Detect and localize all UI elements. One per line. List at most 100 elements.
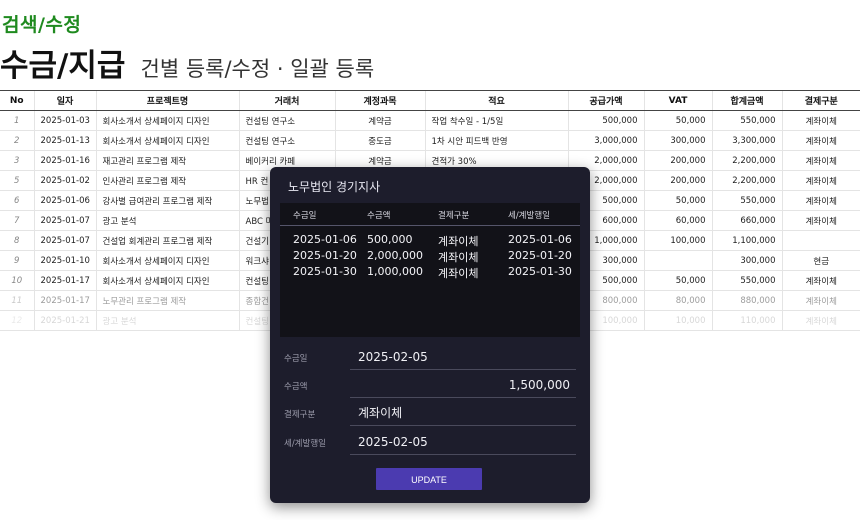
row-date: 2025-01-02 [33, 170, 96, 191]
payment-amount-row: 수금액 1,500,000 [284, 375, 576, 398]
row-total: 110,000 [711, 310, 782, 331]
row-total: 300,000 [711, 250, 782, 271]
row-total: 2,200,000 [711, 170, 782, 191]
column-header-project[interactable]: 프로젝트명 [95, 90, 239, 111]
payment-amount-value: 1,500,000 [508, 378, 570, 392]
row-vat: 200,000 [643, 170, 712, 191]
row-total: 550,000 [711, 190, 782, 211]
payment-method-row: 결제구분 계좌이체 [284, 403, 576, 426]
row-payment: 계좌이체 [781, 190, 860, 211]
row-supply: 3,000,000 [567, 130, 644, 151]
row-date: 2025-01-17 [33, 290, 96, 311]
row-vat: 50,000 [643, 270, 712, 291]
row-payment: 계좌이체 [781, 290, 860, 311]
row-total: 550,000 [711, 270, 782, 291]
row-payment: 계좌이체 [781, 110, 860, 131]
history-issue: 2025-01-20 [508, 249, 572, 262]
row-project: 회사소개서 상세페이지 디자인 [95, 130, 239, 151]
row-vat: 100,000 [643, 230, 712, 251]
row-client: 컨설팅 연구소 [238, 110, 335, 131]
row-vat: 60,000 [643, 210, 712, 231]
history-header-amount: 수금액 [367, 211, 391, 221]
column-header-account[interactable]: 계정과목 [334, 90, 425, 111]
row-project: 건설업 회계관리 프로그램 제작 [95, 230, 239, 251]
column-header-supply[interactable]: 공급가액 [567, 90, 644, 111]
row-number: 5 [0, 170, 34, 191]
payment-amount-field[interactable]: 1,500,000 [350, 375, 576, 398]
payment-method-value: 계좌이체 [358, 406, 403, 420]
row-number: 6 [0, 190, 34, 211]
row-project: 광고 분석 [95, 310, 239, 331]
row-memo: 작업 착수일 - 1/5일 [424, 110, 568, 131]
row-vat: 50,000 [643, 110, 712, 131]
history-header-issue: 세/계발행일 [508, 211, 550, 221]
row-date: 2025-01-16 [33, 150, 96, 171]
history-row[interactable]: 2025-01-20 2,000,000 계좌이체 2025-01-20 [280, 249, 580, 265]
payment-amount-label: 수금액 [284, 382, 308, 392]
issue-date-value: 2025-02-05 [358, 435, 428, 449]
row-number: 12 [0, 310, 34, 331]
payment-date-row: 수금일 2025-02-05 [284, 347, 576, 370]
row-payment: 계좌이체 [781, 150, 860, 171]
column-header-client[interactable]: 거래처 [238, 90, 335, 111]
issue-date-field[interactable]: 2025-02-05 [350, 432, 576, 455]
row-payment: 계좌이체 [781, 210, 860, 231]
column-header-no[interactable]: No [0, 90, 34, 111]
column-header-payment[interactable]: 결제구분 [781, 90, 860, 111]
row-project: 광고 분석 [95, 210, 239, 231]
row-project: 강사별 급여관리 프로그램 제작 [95, 190, 239, 211]
row-project: 회사소개서 상세페이지 디자인 [95, 270, 239, 291]
row-number: 11 [0, 290, 34, 311]
payment-date-field[interactable]: 2025-02-05 [350, 347, 576, 370]
history-row[interactable]: 2025-01-30 1,000,000 계좌이체 2025-01-30 [280, 265, 580, 281]
row-vat: 10,000 [643, 310, 712, 331]
row-memo: 1차 시안 피드백 반영 [424, 130, 568, 151]
update-button[interactable]: UPDATE [376, 468, 482, 490]
history-row[interactable]: 2025-01-06 500,000 계좌이체 2025-01-06 [280, 233, 580, 249]
row-payment [781, 230, 860, 251]
issue-date-row: 세/계발행일 2025-02-05 [284, 432, 576, 455]
row-date: 2025-01-07 [33, 230, 96, 251]
payment-modal: 노무법인 경기지사 수금일 수금액 결제구분 세/계발행일 2025-01-06… [270, 167, 590, 503]
history-date: 2025-01-06 [293, 233, 357, 246]
column-header-date[interactable]: 일자 [33, 90, 96, 111]
row-number: 2 [0, 130, 34, 151]
row-date: 2025-01-03 [33, 110, 96, 131]
row-payment: 계좌이체 [781, 270, 860, 291]
row-total: 660,000 [711, 210, 782, 231]
row-date: 2025-01-21 [33, 310, 96, 331]
page-header: 수금/지급 건별 등록/수정 · 일괄 등록 [0, 40, 374, 85]
row-vat: 50,000 [643, 190, 712, 211]
history-amount: 1,000,000 [367, 265, 423, 278]
column-header-vat[interactable]: VAT [643, 90, 712, 111]
row-vat: 80,000 [643, 290, 712, 311]
row-total: 1,100,000 [711, 230, 782, 251]
table-row[interactable]: 2 2025-01-13 회사소개서 상세페이지 디자인 컨설팅 연구소 중도금 1차 시… [0, 130, 860, 151]
row-number: 1 [0, 110, 34, 131]
history-method: 계좌이체 [438, 251, 479, 264]
row-project: 노무관리 프로그램 제작 [95, 290, 239, 311]
row-project: 회사소개서 상세페이지 디자인 [95, 250, 239, 271]
history-header: 수금일 수금액 결제구분 세/계발행일 [280, 203, 580, 226]
payment-method-field[interactable]: 계좌이체 [350, 403, 576, 426]
payment-date-label: 수금일 [284, 354, 308, 364]
row-project: 인사관리 프로그램 제작 [95, 170, 239, 191]
table-row[interactable]: 1 2025-01-03 회사소개서 상세페이지 디자인 컨설팅 연구소 계약금 작업 착… [0, 110, 860, 131]
history-amount: 500,000 [367, 233, 413, 246]
row-number: 3 [0, 150, 34, 171]
row-payment: 계좌이체 [781, 310, 860, 331]
row-date: 2025-01-06 [33, 190, 96, 211]
row-project: 회사소개서 상세페이지 디자인 [95, 110, 239, 131]
row-date: 2025-01-17 [33, 270, 96, 291]
column-header-memo[interactable]: 적요 [424, 90, 568, 111]
column-header-total[interactable]: 합계금액 [711, 90, 782, 111]
history-header-method: 결제구분 [438, 211, 470, 221]
page-subtitle: 건별 등록/수정 · 일괄 등록 [140, 57, 375, 81]
row-number: 8 [0, 230, 34, 251]
breadcrumb: 검색/수정 [2, 14, 82, 36]
row-total: 3,300,000 [711, 130, 782, 151]
row-vat [643, 250, 712, 271]
page-title: 수금/지급 [0, 48, 126, 84]
row-date: 2025-01-07 [33, 210, 96, 231]
row-total: 550,000 [711, 110, 782, 131]
